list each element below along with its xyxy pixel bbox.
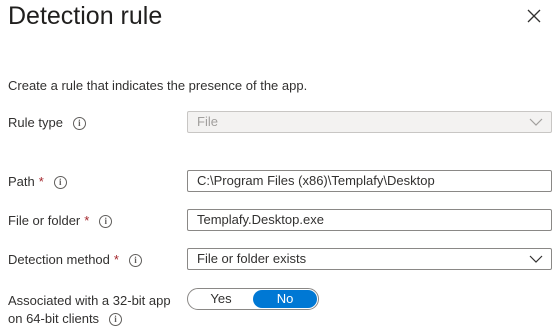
rule-type-label-text: Rule type bbox=[8, 115, 63, 130]
toggle-option-no[interactable]: No bbox=[253, 290, 317, 308]
required-marker: * bbox=[113, 252, 119, 267]
required-marker: * bbox=[38, 174, 44, 189]
associated-32bit-toggle[interactable]: Yes No bbox=[187, 288, 319, 310]
file-or-folder-label-text: File or folder bbox=[8, 213, 81, 228]
path-label-text: Path bbox=[8, 174, 35, 189]
required-marker: * bbox=[84, 213, 90, 228]
rule-type-value: File bbox=[197, 114, 218, 129]
info-icon[interactable]: i bbox=[53, 175, 67, 189]
associated-32bit-label-line1: Associated with a 32-bit app bbox=[8, 293, 171, 308]
detection-method-label: Detection method * i bbox=[8, 252, 142, 268]
associated-32bit-label: Associated with a 32-bit app on 64-bit c… bbox=[8, 292, 171, 328]
file-or-folder-input[interactable]: Templafy.Desktop.exe bbox=[187, 209, 552, 231]
detection-method-value: File or folder exists bbox=[197, 251, 307, 266]
chevron-down-icon bbox=[529, 255, 543, 263]
path-label: Path * i bbox=[8, 174, 67, 190]
file-or-folder-value: Templafy.Desktop.exe bbox=[197, 212, 324, 227]
info-icon[interactable]: i bbox=[72, 116, 86, 130]
path-input[interactable]: C:\Program Files (x86)\Templafy\Desktop bbox=[187, 170, 552, 192]
rule-type-select: File bbox=[187, 111, 552, 133]
associated-32bit-label-line2: on 64-bit clients bbox=[8, 311, 100, 326]
path-value: C:\Program Files (x86)\Templafy\Desktop bbox=[197, 173, 435, 188]
info-icon[interactable]: i bbox=[128, 253, 142, 267]
close-icon[interactable] bbox=[523, 5, 545, 27]
toggle-option-yes[interactable]: Yes bbox=[189, 290, 253, 308]
file-or-folder-label: File or folder * i bbox=[8, 213, 113, 229]
detection-method-select[interactable]: File or folder exists bbox=[187, 248, 552, 270]
detection-method-label-text: Detection method bbox=[8, 252, 110, 267]
panel-description: Create a rule that indicates the presenc… bbox=[8, 78, 308, 93]
info-icon[interactable]: i bbox=[99, 214, 113, 228]
chevron-down-icon bbox=[529, 118, 543, 126]
panel-title: Detection rule bbox=[8, 2, 163, 30]
rule-type-label: Rule type i bbox=[8, 115, 86, 131]
info-icon[interactable]: i bbox=[109, 312, 123, 326]
